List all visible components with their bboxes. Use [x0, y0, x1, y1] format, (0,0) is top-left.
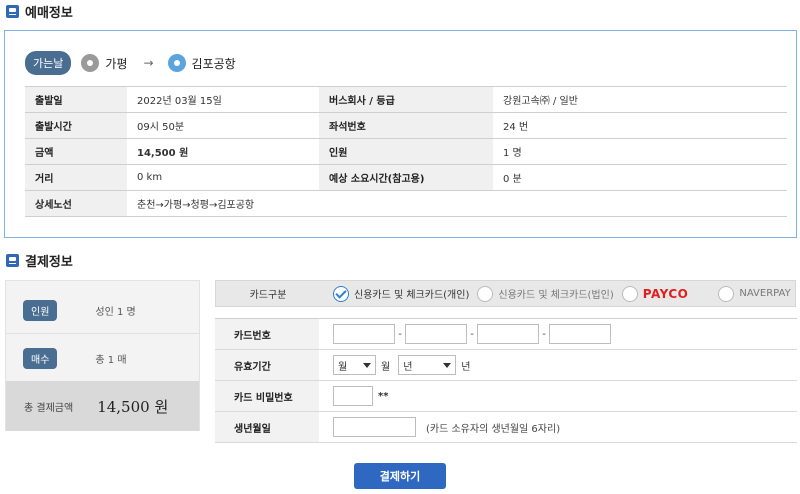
- card-type-payco-option[interactable]: PAYCO: [621, 285, 689, 302]
- info-row: 출발시간 09시 50분 좌석번호 24 번: [25, 112, 787, 139]
- expiry-month-select[interactable]: 월: [333, 355, 376, 375]
- ticket-count-badge: 매수: [23, 348, 58, 369]
- dash-separator: -: [398, 328, 402, 340]
- dash-separator: -: [470, 328, 474, 340]
- pay-button[interactable]: 결제하기: [354, 463, 446, 489]
- payment-section-title: 결제정보: [25, 255, 73, 270]
- card-type-option-label: NAVERPAY: [739, 288, 791, 299]
- card-type-naverpay-option[interactable]: NAVERPAY: [718, 285, 791, 302]
- info-value: 1 명: [493, 138, 787, 165]
- chevron-down-icon: [443, 362, 452, 368]
- birth-date-input[interactable]: [333, 417, 416, 437]
- radio-unchecked-icon[interactable]: [621, 285, 638, 302]
- radio-unchecked-icon[interactable]: [477, 285, 494, 302]
- route-arrow-icon: →: [143, 56, 154, 70]
- info-label: 금액: [25, 138, 127, 165]
- booking-section-header: 예매정보: [6, 2, 73, 21]
- card-password-row: 카드 비밀번호 **: [215, 380, 797, 412]
- expiry-label: 유효기간: [215, 349, 319, 381]
- info-value: 강원고속㈜ / 일반: [493, 86, 787, 113]
- radio-unchecked-icon[interactable]: [718, 285, 735, 302]
- card-type-personal-option[interactable]: 신용카드 및 체크카드(개인): [333, 285, 470, 302]
- card-number-label: 카드번호: [215, 318, 319, 350]
- payment-form: 카드번호 --- 유효기간 월월년년 카드 비밀번호 ** 생년월일 (카드 소…: [215, 318, 797, 443]
- birth-date-row: 생년월일 (카드 소유자의 생년월일 6자리): [215, 411, 797, 443]
- destination-name: 김포공항: [191, 56, 236, 71]
- info-row: 거리 0 km 예상 소요시간(참고용) 0 분: [25, 164, 787, 191]
- card-type-row: 카드구분 신용카드 및 체크카드(개인) 신용카드 및 체크카드(법인) PAY…: [215, 280, 796, 307]
- birth-date-label: 생년월일: [215, 411, 319, 443]
- card-number-row: 카드번호 - - -: [215, 318, 797, 350]
- booking-info-box: 가는날 가평 → 김포공항 출발일 2022년 03월 15일 버스회사 / 등…: [4, 30, 797, 238]
- route-summary: 가는날 가평 → 김포공항: [25, 51, 236, 75]
- card-number-input-2[interactable]: [405, 324, 467, 344]
- year-unit: 년: [461, 361, 471, 373]
- info-value: 24 번: [493, 112, 787, 139]
- info-value: 09시 50분: [127, 112, 319, 139]
- info-value: 0 분: [493, 164, 787, 191]
- bus-icon: [6, 5, 19, 18]
- route-detail-value: 춘천→가평→청평→김포공항: [127, 190, 787, 217]
- card-type-option-label: 신용카드 및 체크카드(법인): [498, 290, 614, 301]
- info-label: 상세노선: [25, 190, 127, 217]
- bus-icon: [6, 254, 19, 267]
- info-value: 2022년 03월 15일: [127, 86, 319, 113]
- card-password-label: 카드 비밀번호: [215, 380, 319, 412]
- info-label: 버스회사 / 등급: [319, 86, 493, 113]
- expiry-year-value: 년: [403, 361, 413, 373]
- birth-date-note: (카드 소유자의 생년월일 6자리): [426, 423, 561, 435]
- card-password-input[interactable]: [333, 386, 373, 406]
- payment-section-header: 결제정보: [6, 251, 73, 270]
- info-label: 좌석번호: [319, 112, 493, 139]
- origin-pin-icon: [81, 54, 100, 72]
- card-type-label: 카드구분: [249, 290, 287, 301]
- card-number-input-4[interactable]: [549, 324, 611, 344]
- payment-summary: 인원 성인 1 명 매수 총 1 매 총 결제금액 14,500 원: [5, 280, 200, 431]
- info-row: 상세노선 춘천→가평→청평→김포공항: [25, 190, 787, 217]
- expiry-row: 유효기간 월월년년: [215, 349, 797, 381]
- people-row: 인원 성인 1 명: [6, 300, 199, 321]
- destination-pin-icon: [167, 54, 186, 72]
- info-row: 출발일 2022년 03월 15일 버스회사 / 등급 강원고속㈜ / 일반: [25, 86, 787, 113]
- info-label: 출발일: [25, 86, 127, 113]
- total-amount-row: 총 결제금액 14,500 원: [6, 381, 199, 431]
- info-label: 출발시간: [25, 112, 127, 139]
- people-value: 성인 1 명: [95, 307, 136, 318]
- people-badge: 인원: [23, 300, 58, 321]
- chevron-down-icon: [363, 362, 371, 368]
- total-amount-value: 14,500 원: [97, 397, 169, 416]
- info-label: 인원: [319, 138, 493, 165]
- ticket-count-value: 총 1 매: [95, 355, 127, 366]
- booking-section-title: 예매정보: [25, 6, 73, 21]
- dash-separator: -: [542, 328, 546, 340]
- booking-info-table: 출발일 2022년 03월 15일 버스회사 / 등급 강원고속㈜ / 일반 출…: [25, 86, 787, 217]
- expiry-month-value: 월: [338, 361, 348, 373]
- total-amount-label: 총 결제금액: [24, 402, 74, 414]
- card-type-corporate-option[interactable]: 신용카드 및 체크카드(법인): [477, 285, 614, 302]
- payco-logo: PAYCO: [642, 286, 689, 301]
- password-mask-suffix: **: [378, 390, 389, 402]
- radio-checked-icon[interactable]: [333, 285, 349, 302]
- direction-badge: 가는날: [25, 51, 72, 75]
- info-label: 거리: [25, 164, 127, 191]
- info-label: 예상 소요시간(참고용): [319, 164, 493, 191]
- origin-name: 가평: [105, 56, 128, 71]
- card-type-option-label: 신용카드 및 체크카드(개인): [354, 290, 470, 301]
- info-value: 14,500 원: [127, 138, 319, 165]
- info-value: 0 km: [127, 164, 319, 191]
- card-number-input-1[interactable]: [333, 324, 395, 344]
- card-number-input-3[interactable]: [477, 324, 539, 344]
- expiry-year-select[interactable]: 년: [398, 355, 457, 375]
- month-unit: 월: [381, 361, 391, 373]
- summary-divider: [6, 333, 199, 334]
- info-row: 금액 14,500 원 인원 1 명: [25, 138, 787, 165]
- ticket-count-row: 매수 총 1 매: [6, 348, 199, 369]
